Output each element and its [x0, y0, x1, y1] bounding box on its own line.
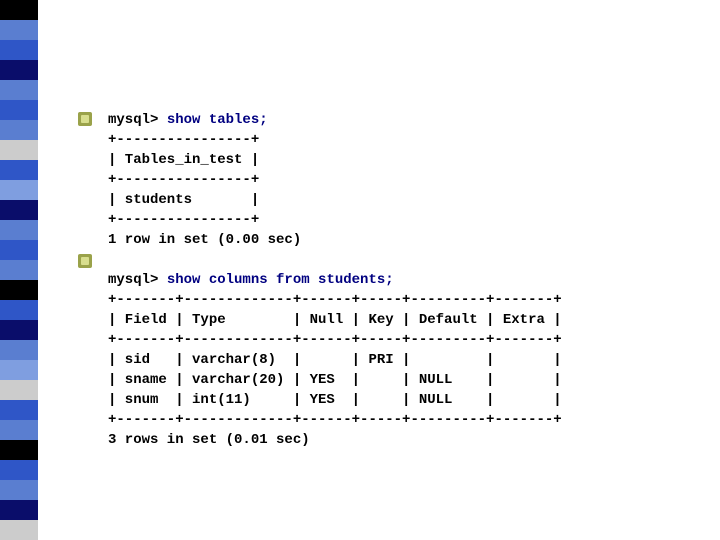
stripe	[0, 80, 38, 100]
stripe	[0, 300, 38, 320]
table-border: +----------------+	[108, 172, 259, 188]
stripe	[0, 0, 38, 20]
result-footer: 3 rows in set (0.01 sec)	[108, 432, 310, 448]
stripe	[0, 160, 38, 180]
stripe	[0, 260, 38, 280]
stripe	[0, 140, 38, 160]
bullet-icon	[78, 254, 92, 268]
stripe	[0, 360, 38, 380]
table-border: +----------------+	[108, 212, 259, 228]
table-header: | Field | Type | Null | Key | Default | …	[108, 312, 562, 328]
table-border: +-------+-------------+------+-----+----…	[108, 332, 562, 348]
stripe	[0, 520, 38, 540]
result-footer: 1 row in set (0.00 sec)	[108, 232, 301, 248]
stripe	[0, 200, 38, 220]
mysql-prompt: mysql>	[108, 272, 167, 288]
table-border: +----------------+	[108, 132, 259, 148]
stripe	[0, 460, 38, 480]
table-header: | Tables_in_test |	[108, 152, 259, 168]
stripe	[0, 340, 38, 360]
table-row: | sname | varchar(20) | YES | | NULL | |	[108, 372, 562, 388]
stripe	[0, 320, 38, 340]
table-row: | snum | int(11) | YES | | NULL | |	[108, 392, 562, 408]
stripe	[0, 480, 38, 500]
stripe	[0, 100, 38, 120]
table-row: | students |	[108, 192, 259, 208]
stripe	[0, 240, 38, 260]
stripe	[0, 500, 38, 520]
stripe	[0, 20, 38, 40]
sql-command: show tables;	[167, 112, 268, 128]
mysql-prompt: mysql>	[108, 112, 167, 128]
table-border: +-------+-------------+------+-----+----…	[108, 292, 562, 308]
bullet-icon	[78, 112, 92, 126]
stripe	[0, 400, 38, 420]
decorative-stripes	[0, 0, 38, 540]
slide: mysql> show tables; +----------------+ |…	[0, 0, 720, 540]
sql-command: show columns from students;	[167, 272, 394, 288]
table-row: | sid | varchar(8) | | PRI | | |	[108, 352, 562, 368]
terminal-output: mysql> show tables; +----------------+ |…	[108, 110, 562, 450]
stripe	[0, 120, 38, 140]
stripe	[0, 40, 38, 60]
stripe	[0, 440, 38, 460]
stripe	[0, 420, 38, 440]
stripe	[0, 280, 38, 300]
stripe	[0, 220, 38, 240]
stripe	[0, 380, 38, 400]
table-border: +-------+-------------+------+-----+----…	[108, 412, 562, 428]
stripe	[0, 60, 38, 80]
stripe	[0, 180, 38, 200]
